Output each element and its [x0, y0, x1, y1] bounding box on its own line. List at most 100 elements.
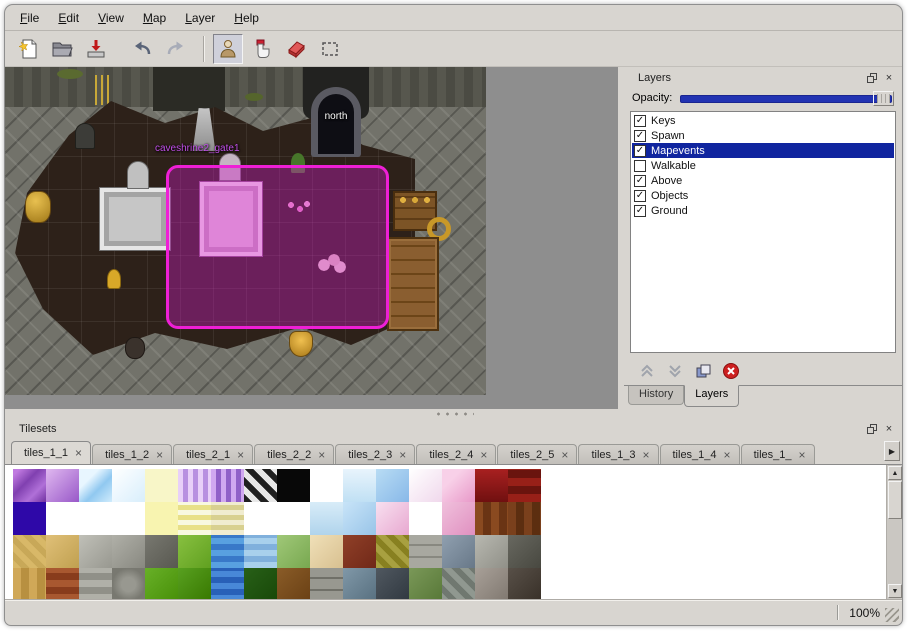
opacity-slider[interactable]: [680, 91, 894, 106]
tile-0-1[interactable]: [46, 469, 79, 502]
map-view[interactable]: north caveshrine2_gate1: [5, 67, 486, 395]
eraser-tool-button[interactable]: [281, 34, 311, 64]
tile-2-14[interactable]: [475, 535, 508, 568]
layer-checkbox[interactable]: ✓: [634, 115, 646, 127]
layer-row-ground[interactable]: ✓Ground: [632, 203, 894, 218]
layer-checkbox[interactable]: ✓: [634, 190, 646, 202]
tile-2-6[interactable]: [211, 535, 244, 568]
tab-close-icon[interactable]: ×: [156, 450, 163, 460]
menu-edit[interactable]: Edit: [53, 8, 84, 28]
tile-3-2[interactable]: [79, 568, 112, 599]
tab-close-icon[interactable]: ×: [798, 450, 805, 460]
tile-2-0[interactable]: [13, 535, 46, 568]
tab-close-icon[interactable]: ×: [642, 450, 649, 460]
tile-1-3[interactable]: [112, 502, 145, 535]
splitter-grip[interactable]: [434, 411, 474, 417]
tile-0-14[interactable]: [475, 469, 508, 502]
menu-help[interactable]: Help: [229, 8, 264, 28]
tile-0-10[interactable]: [343, 469, 376, 502]
tile-1-8[interactable]: [277, 502, 310, 535]
undo-button[interactable]: [127, 34, 157, 64]
stamp-tool-button[interactable]: [213, 34, 243, 64]
new-file-button[interactable]: [13, 34, 43, 64]
close-panel-button[interactable]: ×: [882, 72, 896, 85]
opacity-slider-groove[interactable]: [680, 95, 892, 103]
tab-close-icon[interactable]: ×: [75, 448, 82, 458]
layer-checkbox[interactable]: [634, 160, 646, 172]
tab-close-icon[interactable]: ×: [399, 450, 406, 460]
tileset-tab-tiles_2_4[interactable]: tiles_2_4×: [416, 444, 496, 464]
tileset-scrollbar[interactable]: ▲ ▼: [886, 465, 902, 599]
layer-row-mapevents[interactable]: ✓Mapevents: [632, 143, 894, 158]
tile-0-8[interactable]: [277, 469, 310, 502]
tile-2-10[interactable]: [343, 535, 376, 568]
tile-0-11[interactable]: [376, 469, 409, 502]
tile-1-15[interactable]: [508, 502, 541, 535]
float-panel-button[interactable]: [865, 423, 879, 436]
layer-row-objects[interactable]: ✓Objects: [632, 188, 894, 203]
tile-1-12[interactable]: [409, 502, 442, 535]
opacity-slider-handle[interactable]: [873, 91, 894, 106]
open-file-button[interactable]: [47, 34, 77, 64]
tile-0-15[interactable]: [508, 469, 541, 502]
menu-map[interactable]: Map: [138, 8, 171, 28]
tile-2-9[interactable]: [310, 535, 343, 568]
tile-3-8[interactable]: [277, 568, 310, 599]
tileset-tab-tiles_1_1[interactable]: tiles_1_1×: [11, 441, 91, 465]
map-canvas[interactable]: north caveshrine2_gate1: [5, 67, 618, 409]
tile-3-11[interactable]: [376, 568, 409, 599]
tileset-tab-tiles_2_5[interactable]: tiles_2_5×: [497, 444, 577, 464]
tile-2-4[interactable]: [145, 535, 178, 568]
tile-2-13[interactable]: [442, 535, 475, 568]
menu-layer[interactable]: Layer: [180, 8, 220, 28]
tile-0-12[interactable]: [409, 469, 442, 502]
tileset-tab-tiles_2_1[interactable]: tiles_2_1×: [173, 444, 253, 464]
tile-0-9[interactable]: [310, 469, 343, 502]
dock-tab-history[interactable]: History: [628, 386, 684, 405]
tile-3-14[interactable]: [475, 568, 508, 599]
tileset-tab-tiles_2_2[interactable]: tiles_2_2×: [254, 444, 334, 464]
tab-close-icon[interactable]: ×: [480, 450, 487, 460]
tile-3-6[interactable]: [211, 568, 244, 599]
float-panel-button[interactable]: [865, 72, 879, 85]
menu-file[interactable]: File: [15, 8, 44, 28]
tile-3-15[interactable]: [508, 568, 541, 599]
tile-2-7[interactable]: [244, 535, 277, 568]
tile-1-14[interactable]: [475, 502, 508, 535]
tile-0-3[interactable]: [112, 469, 145, 502]
select-tool-button[interactable]: [315, 34, 345, 64]
tile-3-4[interactable]: [145, 568, 178, 599]
tile-1-13[interactable]: [442, 502, 475, 535]
brush-tool-button[interactable]: [247, 34, 277, 64]
tile-3-3[interactable]: [112, 568, 145, 599]
tile-1-9[interactable]: [310, 502, 343, 535]
tile-0-0[interactable]: [13, 469, 46, 502]
layer-row-walkable[interactable]: Walkable: [632, 158, 894, 173]
scrollbar-thumb[interactable]: [888, 481, 902, 519]
tile-1-5[interactable]: [178, 502, 211, 535]
tile-0-7[interactable]: [244, 469, 277, 502]
move-layer-up-button[interactable]: [636, 361, 658, 381]
tile-2-1[interactable]: [46, 535, 79, 568]
tile-0-2[interactable]: [79, 469, 112, 502]
dock-tab-layers[interactable]: Layers: [684, 385, 739, 407]
tile-1-11[interactable]: [376, 502, 409, 535]
menu-view[interactable]: View: [93, 8, 129, 28]
tile-3-7[interactable]: [244, 568, 277, 599]
tileset-tab-tiles_2_3[interactable]: tiles_2_3×: [335, 444, 415, 464]
tile-1-6[interactable]: [211, 502, 244, 535]
duplicate-layer-button[interactable]: [692, 361, 714, 381]
tile-2-5[interactable]: [178, 535, 211, 568]
layer-row-keys[interactable]: ✓Keys: [632, 113, 894, 128]
layer-checkbox[interactable]: ✓: [634, 175, 646, 187]
scroll-down-button[interactable]: ▼: [888, 584, 902, 598]
tile-1-1[interactable]: [46, 502, 79, 535]
tile-3-1[interactable]: [46, 568, 79, 599]
save-button[interactable]: [81, 34, 111, 64]
close-panel-button[interactable]: ×: [882, 423, 896, 436]
tile-2-3[interactable]: [112, 535, 145, 568]
layer-checkbox[interactable]: ✓: [634, 130, 646, 142]
tab-close-icon[interactable]: ×: [318, 450, 325, 460]
tile-2-12[interactable]: [409, 535, 442, 568]
scroll-up-button[interactable]: ▲: [888, 466, 902, 480]
